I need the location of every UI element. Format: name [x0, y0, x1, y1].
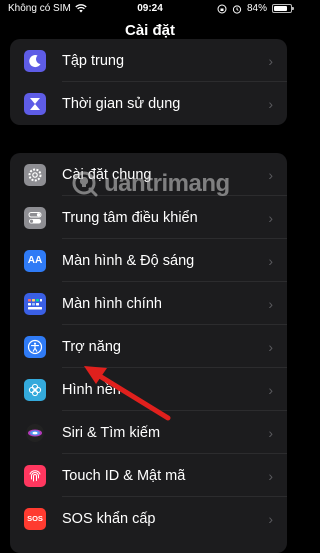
settings-row-siri-search[interactable]: Siri & Tìm kiếm › — [10, 411, 287, 454]
settings-row-label: Siri & Tìm kiếm — [62, 424, 161, 441]
settings-row-display-brightness[interactable]: AA Màn hình & Độ sáng › — [10, 239, 287, 282]
settings-row-label: Màn hình chính — [62, 295, 162, 312]
home-grid-icon — [24, 292, 46, 315]
aa-glyph: AA — [27, 255, 43, 266]
settings-row-accessibility[interactable]: Trợ năng › — [10, 325, 287, 368]
battery-tip — [292, 7, 294, 10]
siri-icon — [24, 421, 46, 444]
toggle-icon — [24, 206, 46, 229]
settings-row-label: SOS khẩn cấp — [62, 510, 156, 527]
lock-rotation-icon — [217, 4, 227, 13]
status-bar: Không có SIM 09:24 84% — [0, 0, 300, 18]
accessibility-icon — [24, 335, 46, 358]
chevron-right-icon: › — [268, 467, 273, 484]
fingerprint-icon — [24, 464, 46, 487]
moon-icon — [24, 49, 46, 72]
chevron-right-icon: › — [268, 95, 273, 112]
settings-row-focus[interactable]: Tập trung › — [10, 39, 287, 82]
settings-row-label: Tập trung — [62, 52, 125, 69]
settings-row-label: Thời gian sử dụng — [62, 95, 181, 112]
settings-row-label: Màn hình & Độ sáng — [62, 252, 195, 269]
watermark-text: uantrimang — [104, 170, 230, 197]
watermark: uantrimang — [70, 164, 240, 204]
battery-icon — [272, 4, 294, 13]
settings-row-label: Hình nền — [62, 381, 121, 398]
settings-row-touch-id[interactable]: Touch ID & Mật mã › — [10, 454, 287, 497]
settings-row-screen-time[interactable]: Thời gian sử dụng › — [10, 82, 287, 125]
aa-icon: AA — [24, 249, 46, 272]
settings-row-label: Touch ID & Mật mã — [62, 467, 186, 484]
sos-glyph: SOS — [27, 514, 43, 523]
quantrimang-logo-icon — [72, 171, 98, 197]
gear-icon — [24, 163, 46, 186]
battery-percent: 84% — [246, 3, 267, 14]
status-right: 84% — [217, 3, 294, 14]
settings-row-label: Trung tâm điều khiển — [62, 209, 198, 226]
chevron-right-icon: › — [268, 166, 273, 183]
settings-row-home-screen[interactable]: Màn hình chính › — [10, 282, 287, 325]
settings-row-label: Trợ năng — [62, 338, 121, 355]
chevron-right-icon: › — [268, 338, 273, 355]
settings-group-general: Cài đặt chung › Trung tâm điều khiển › A… — [10, 153, 287, 553]
chevron-right-icon: › — [268, 424, 273, 441]
hourglass-icon — [24, 92, 46, 115]
chevron-right-icon: › — [268, 295, 273, 312]
chevron-right-icon: › — [268, 510, 273, 527]
settings-row-wallpaper[interactable]: Hình nền › — [10, 368, 287, 411]
sos-icon: SOS — [24, 507, 46, 530]
battery-fill — [274, 6, 287, 11]
chevron-right-icon: › — [268, 381, 273, 398]
settings-group-focus: Tập trung › Thời gian sử dụng › — [10, 39, 287, 125]
wallpaper-icon — [24, 378, 46, 401]
chevron-right-icon: › — [268, 209, 273, 226]
chevron-right-icon: › — [268, 52, 273, 69]
page-title: Cài đặt — [124, 22, 175, 39]
alarm-icon — [232, 4, 242, 14]
chevron-right-icon: › — [268, 252, 273, 269]
